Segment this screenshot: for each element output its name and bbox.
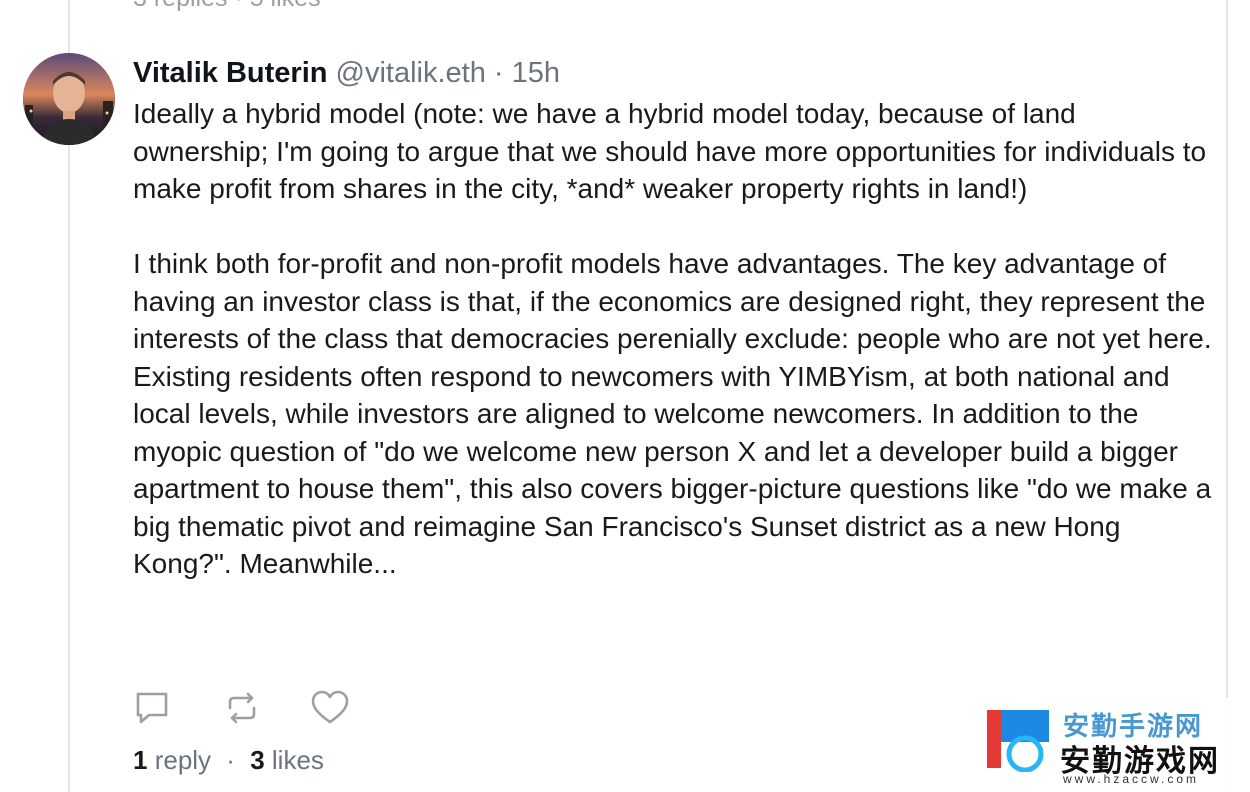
post-header: Vitalik Buterin @vitalik.eth · 15h	[133, 54, 560, 92]
post-body: Ideally a hybrid model (note: we have a …	[133, 95, 1213, 583]
repost-icon	[224, 690, 260, 726]
timestamp[interactable]: 15h	[512, 57, 560, 89]
watermark-logo-icon	[987, 710, 1049, 772]
watermark-url: www.hzaccw.com	[1063, 772, 1200, 786]
author-name[interactable]: Vitalik Buterin	[133, 57, 327, 89]
reply-icon	[135, 691, 169, 725]
author-handle[interactable]: @vitalik.eth	[336, 57, 486, 89]
like-label[interactable]: likes	[272, 745, 324, 775]
reply-button[interactable]	[133, 689, 171, 727]
column-border	[1226, 0, 1228, 792]
previous-post-stats: 3 replies · 5 likes	[133, 0, 321, 13]
stats-separator: ·	[226, 745, 235, 775]
like-button[interactable]	[311, 689, 349, 727]
reply-label[interactable]: reply	[155, 745, 211, 775]
reply-count[interactable]: 1	[133, 745, 147, 775]
post-paragraph: I think both for-profit and non-profit m…	[133, 248, 1212, 579]
heart-icon	[311, 690, 349, 726]
like-count[interactable]: 3	[250, 745, 264, 775]
watermark: 安勤手游网 安勤游戏网 www.hzaccw.com	[985, 698, 1250, 792]
action-bar	[133, 688, 349, 728]
repost-button[interactable]	[223, 689, 261, 727]
post-paragraph: Ideally a hybrid model (note: we have a …	[133, 98, 1207, 204]
post-stats: 1 reply · 3 likes	[133, 745, 324, 776]
header-separator: ·	[493, 57, 504, 89]
avatar[interactable]	[23, 53, 115, 145]
